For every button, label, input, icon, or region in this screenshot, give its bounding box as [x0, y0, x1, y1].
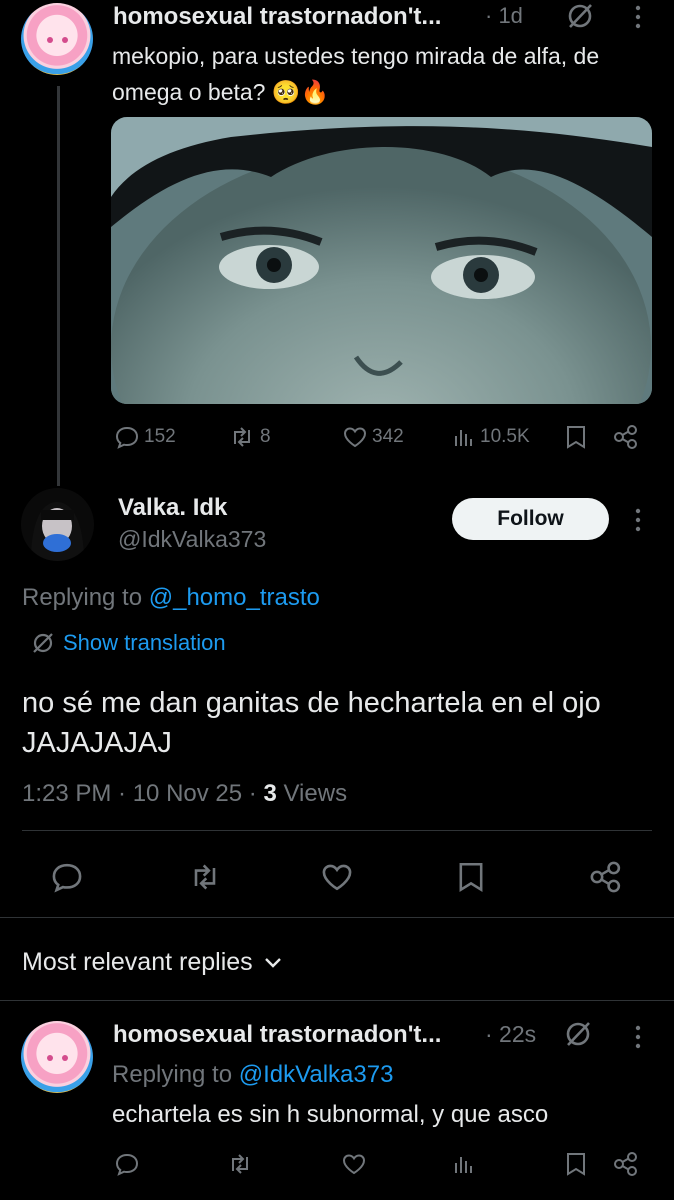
replying-to-link[interactable]: @_homo_trasto [149, 584, 320, 611]
views-icon [452, 424, 476, 450]
like-action[interactable]: 342 [342, 424, 404, 450]
tweet-text: mekopio, para ustedes tengo mirada de al… [112, 43, 600, 105]
replying-prefix: Replying to [112, 1061, 239, 1088]
author-name[interactable]: homosexual trastornadon't... [113, 1021, 441, 1049]
translate-icon [31, 631, 55, 655]
repost-action[interactable]: 8 [228, 424, 271, 450]
more-icon[interactable] [631, 4, 645, 30]
reply-icon[interactable] [50, 860, 84, 894]
divider [0, 917, 674, 918]
views-icon[interactable] [452, 1151, 476, 1177]
show-translation-label[interactable]: Show translation [63, 630, 226, 656]
repost-icon[interactable] [187, 860, 223, 894]
author-name[interactable]: Valka. Idk [118, 494, 227, 522]
follow-button[interactable]: Follow [452, 498, 609, 540]
tweet-time[interactable]: · 22s [485, 1021, 536, 1048]
tweet-meta: 1:23 PM · 10 Nov 25 · 3 Views [22, 780, 347, 808]
more-icon[interactable] [631, 1024, 645, 1050]
thread-connector [57, 86, 60, 486]
like-count: 342 [372, 426, 404, 447]
replying-to-link[interactable]: @IdkValka373 [239, 1061, 394, 1088]
views-count: 3 [263, 780, 277, 807]
like-icon[interactable] [320, 860, 354, 894]
reply-icon [114, 424, 140, 450]
tweet-text: echartela es sin h subnormal, y que asco [112, 1101, 549, 1128]
divider [22, 830, 652, 831]
grok-icon[interactable] [563, 1019, 593, 1049]
show-translation[interactable]: Show translation [31, 630, 226, 656]
chevron-down-icon [263, 956, 283, 970]
avatar[interactable] [21, 488, 94, 561]
reply-icon[interactable] [114, 1151, 140, 1177]
author-handle[interactable]: @IdkValka373 [118, 526, 266, 553]
avatar[interactable] [21, 1021, 93, 1093]
avatar[interactable] [21, 3, 93, 75]
tweet-time[interactable]: 1:23 PM · 10 Nov 25 · [22, 780, 263, 807]
views-label: Views [276, 780, 348, 807]
replies-sort-label: Most relevant replies [22, 948, 253, 976]
replying-to: Replying to @_homo_trasto [22, 584, 320, 612]
author-name[interactable]: homosexual trastornadon't... [113, 3, 441, 31]
replying-to: Replying to @IdkValka373 [112, 1061, 393, 1089]
bookmark-icon[interactable] [457, 860, 485, 894]
grok-icon[interactable] [565, 1, 595, 31]
share-icon[interactable] [612, 424, 640, 450]
like-icon[interactable] [341, 1151, 367, 1177]
reply-action[interactable]: 152 [114, 424, 176, 450]
divider [0, 1000, 674, 1001]
views-action[interactable]: 10.5K [452, 424, 530, 450]
share-icon[interactable] [612, 1151, 640, 1177]
replying-prefix: Replying to [22, 584, 149, 611]
more-icon[interactable] [631, 507, 645, 533]
bookmark-icon[interactable] [565, 1151, 587, 1177]
views-count: 10.5K [480, 426, 530, 447]
repost-count: 8 [260, 426, 271, 447]
like-icon [342, 424, 368, 450]
reply-count: 152 [144, 426, 176, 447]
tweet-text: no sé me dan ganitas de hechartela en el… [22, 687, 601, 759]
repost-icon[interactable] [226, 1151, 254, 1177]
tweet-time[interactable]: · 1d [485, 3, 523, 29]
repost-icon [228, 424, 256, 450]
replies-sort-dropdown[interactable]: Most relevant replies [22, 948, 283, 977]
share-icon[interactable] [588, 860, 624, 894]
tweet-photo[interactable] [111, 117, 652, 404]
bookmark-icon[interactable] [565, 424, 587, 450]
